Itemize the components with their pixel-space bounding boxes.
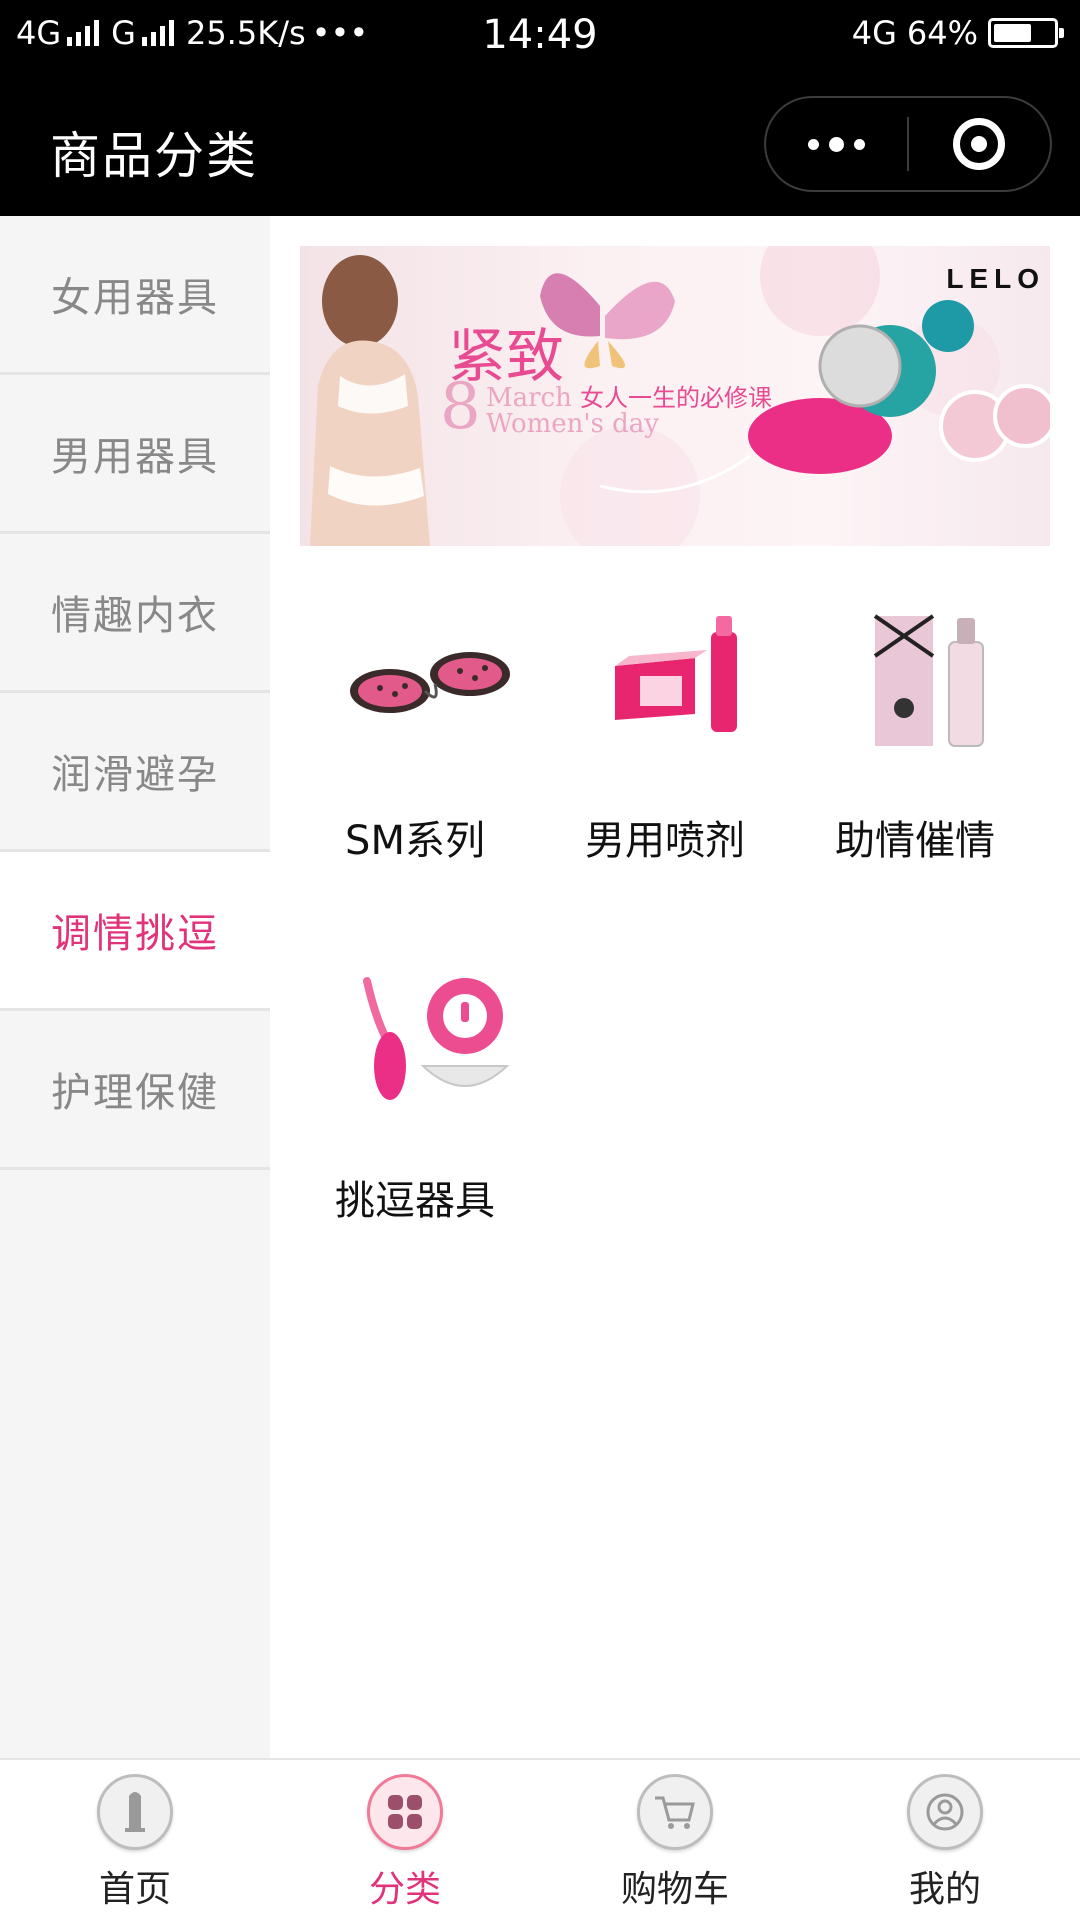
tab-label: 我的 bbox=[908, 1869, 981, 1910]
banner-number: 8 bbox=[440, 370, 481, 444]
category-label: 挑逗器具 bbox=[335, 1178, 495, 1224]
banner-line1-cn: 女人一生的必修课 bbox=[580, 384, 772, 412]
tab-label: 分类 bbox=[368, 1869, 441, 1910]
sidebar-item-lingerie[interactable]: 情趣内衣 bbox=[0, 534, 270, 693]
promo-banner[interactable]: LELO 紧致 8 March 女人一生的必修课 Women's day bbox=[300, 246, 1050, 546]
category-label: 助情催情 bbox=[835, 818, 995, 864]
tab-mine[interactable]: 我的 bbox=[810, 1760, 1080, 1920]
network-type-right: 4G bbox=[851, 14, 897, 52]
banner-brand: LELO bbox=[946, 263, 1045, 294]
user-icon bbox=[907, 1774, 983, 1850]
tab-cart[interactable]: 购物车 bbox=[540, 1760, 810, 1920]
category-label: 男用喷剂 bbox=[585, 818, 745, 864]
sidebar-item-lubricant[interactable]: 润滑避孕 bbox=[0, 693, 270, 852]
battery-icon bbox=[988, 18, 1064, 48]
sidebar-item-female-toys[interactable]: 女用器具 bbox=[0, 216, 270, 375]
tab-category[interactable]: 分类 bbox=[270, 1760, 540, 1920]
target-icon bbox=[953, 118, 1006, 170]
tab-label: 首页 bbox=[98, 1869, 171, 1910]
status-right: 4G 64% bbox=[851, 14, 1064, 52]
status-bar: 4G G 25.5K/s ••• 14:49 4G 64% bbox=[0, 0, 1080, 76]
category-label: SM系列 bbox=[345, 818, 485, 864]
vibrator-icon bbox=[363, 977, 510, 1100]
category-sm[interactable]: SM系列 bbox=[290, 596, 540, 916]
home-icon bbox=[97, 1774, 173, 1850]
tab-home[interactable]: 首页 bbox=[0, 1760, 270, 1920]
category-content: LELO 紧致 8 March 女人一生的必修课 Women's day SM系… bbox=[270, 216, 1080, 1758]
model-figure bbox=[310, 255, 430, 546]
miniprogram-capsule bbox=[764, 96, 1052, 192]
banner-art: LELO 紧致 8 March 女人一生的必修课 Women's day bbox=[310, 246, 1050, 546]
perfume-icon bbox=[873, 614, 984, 747]
sidebar-item-flirting[interactable]: 调情挑逗 bbox=[0, 852, 270, 1011]
category-aphrodisiac[interactable]: 助情催情 bbox=[790, 596, 1040, 916]
banner-line2-en: Women's day bbox=[486, 409, 659, 439]
more-dots-icon bbox=[808, 138, 819, 150]
battery-percent: 64% bbox=[906, 14, 978, 52]
sidebar-item-care[interactable]: 护理保健 bbox=[0, 1011, 270, 1170]
page-title: 商品分类 bbox=[50, 127, 258, 185]
more-button[interactable] bbox=[766, 98, 907, 190]
sidebar-item-male-toys[interactable]: 男用器具 bbox=[0, 375, 270, 534]
close-miniprogram-button[interactable] bbox=[909, 98, 1050, 190]
nav-bar: 商品分类 bbox=[0, 76, 1080, 216]
handcuffs-icon bbox=[350, 652, 510, 713]
cart-icon bbox=[637, 1774, 713, 1850]
category-icon bbox=[367, 1774, 443, 1850]
bottom-tab-bar: 首页 分类 购物车 我的 bbox=[0, 1758, 1080, 1920]
category-male-spray[interactable]: 男用喷剂 bbox=[540, 596, 790, 916]
category-teasing[interactable]: 挑逗器具 bbox=[290, 956, 540, 1276]
category-sidebar: 女用器具 男用器具 情趣内衣 润滑避孕 调情挑逗 护理保健 bbox=[0, 216, 270, 1758]
spray-icon bbox=[615, 616, 737, 732]
tab-label: 购物车 bbox=[620, 1869, 729, 1910]
